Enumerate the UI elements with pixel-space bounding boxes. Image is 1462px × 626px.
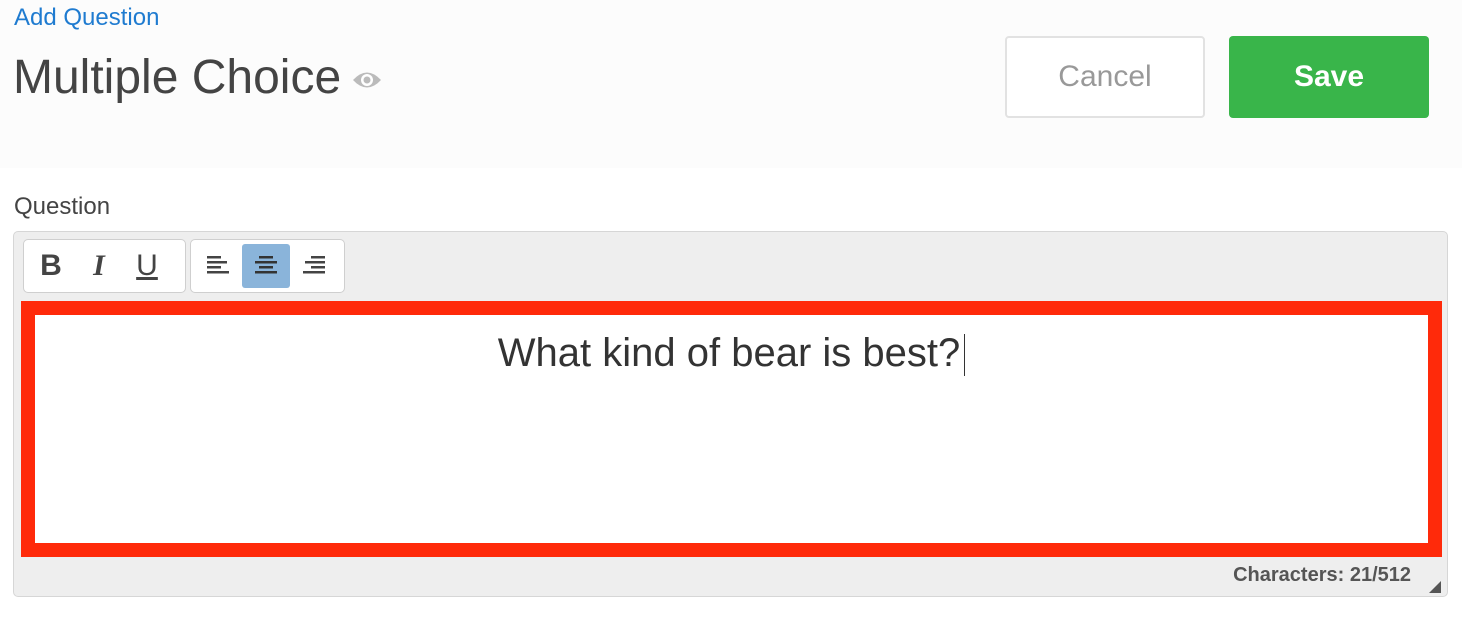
page-title: Multiple Choice xyxy=(13,50,383,106)
eye-icon[interactable] xyxy=(351,69,383,91)
add-question-link[interactable]: Add Question xyxy=(14,3,159,33)
align-left-button[interactable] xyxy=(194,244,242,288)
align-right-icon xyxy=(301,254,327,278)
resize-handle-icon[interactable] xyxy=(1429,580,1441,593)
format-toolbar-group: B I U xyxy=(23,239,186,293)
question-text-area[interactable]: What kind of bear is best? xyxy=(21,301,1442,557)
text-cursor xyxy=(964,334,966,377)
align-center-icon xyxy=(253,254,279,278)
italic-button[interactable]: I xyxy=(75,244,123,288)
question-editor: B I U What kind of bear is best? Charact… xyxy=(13,231,1448,597)
align-toolbar-group xyxy=(190,239,345,293)
save-button[interactable]: Save xyxy=(1229,36,1429,118)
align-center-button[interactable] xyxy=(242,244,290,288)
align-left-icon xyxy=(205,254,231,278)
align-right-button[interactable] xyxy=(290,244,338,288)
character-count: Characters: 21/512 xyxy=(1233,564,1411,586)
bold-button[interactable]: B xyxy=(27,244,75,288)
cancel-button[interactable]: Cancel xyxy=(1005,36,1205,118)
page-title-text: Multiple Choice xyxy=(13,51,342,104)
question-label: Question xyxy=(14,193,111,220)
underline-button[interactable]: U xyxy=(123,244,171,288)
question-text: What kind of bear is best? xyxy=(497,331,961,375)
